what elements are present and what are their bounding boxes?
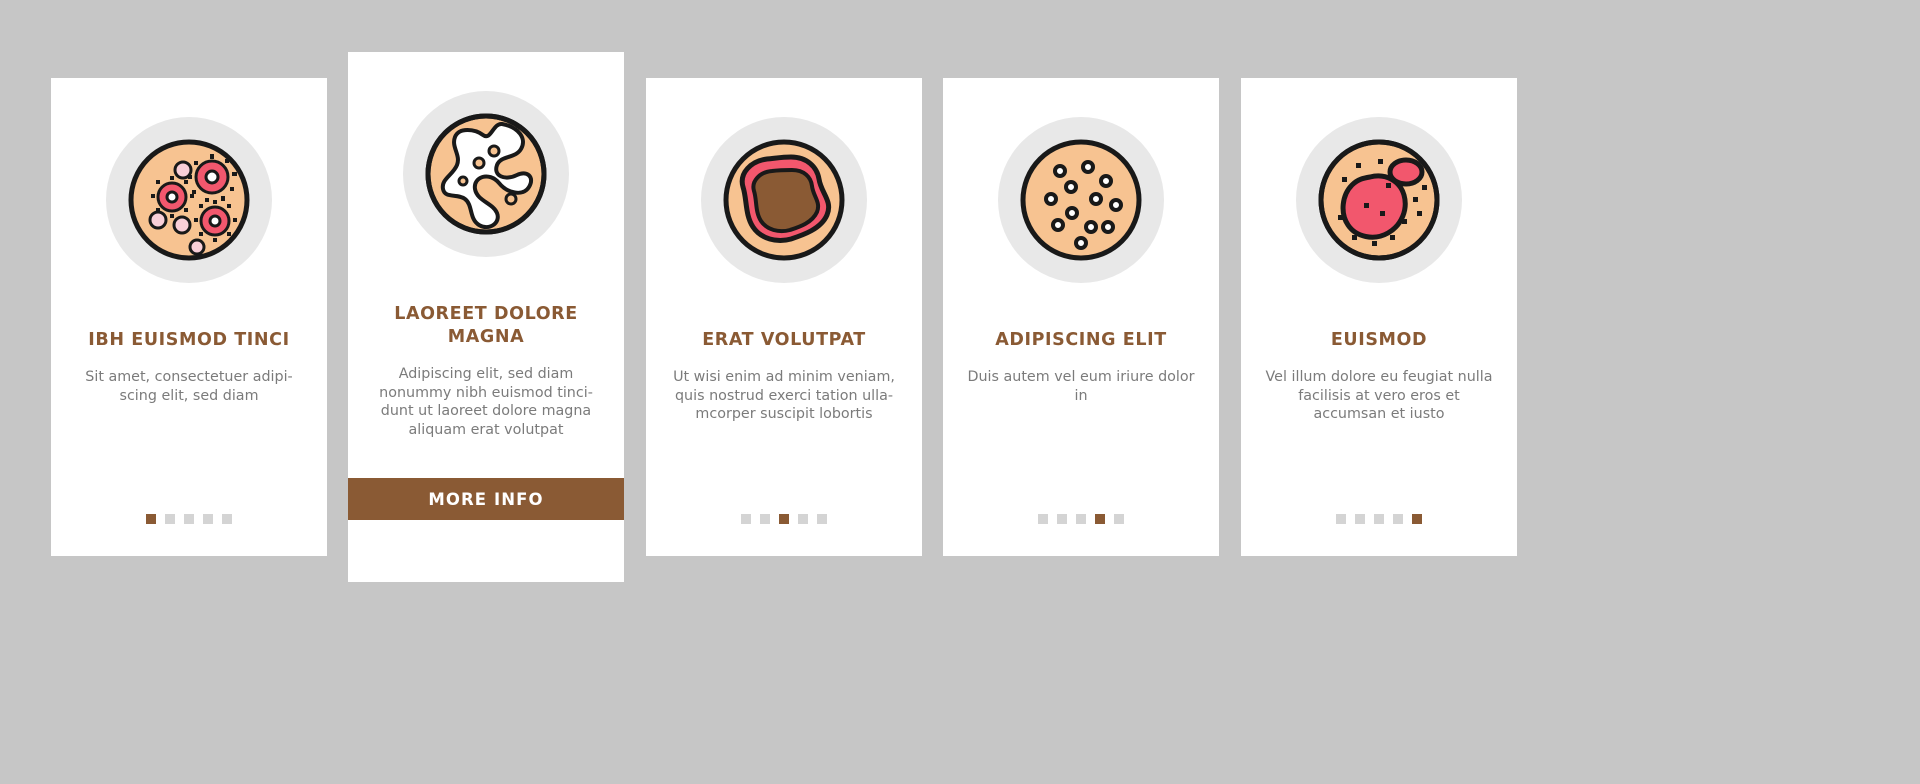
page-indicator-dot[interactable] [1412,514,1422,524]
text-block-5: EUISMOD Vel illum dolore eu feugiat null… [1241,329,1517,424]
page-indicator-1[interactable] [51,514,327,524]
text-block-2: LAOREET DOLORE MAGNA Adipiscing elit, se… [348,303,624,439]
page-indicator-dot[interactable] [760,514,770,524]
onboarding-card-2[interactable]: LAOREET DOLORE MAGNA Adipiscing elit, se… [348,52,624,582]
petri-dish-bacteria-colonies-icon [106,117,272,283]
page-indicator-dot[interactable] [798,514,808,524]
onboarding-card-5[interactable]: EUISMOD Vel illum dolore eu feugiat null… [1241,78,1517,556]
onboarding-card-4[interactable]: ADIPISCING ELIT Duis autem vel eum iriur… [943,78,1219,556]
page-indicator-dot[interactable] [1038,514,1048,524]
card-body: Duis autem vel eum iriure dolor in [967,369,1195,404]
page-indicator-dot[interactable] [222,514,232,524]
page-indicator-dot[interactable] [203,514,213,524]
illustration-container-1 [51,115,327,285]
petri-dish-large-colony-icon [701,117,867,283]
page-indicator-dot[interactable] [1076,514,1086,524]
page-indicator-5[interactable] [1241,514,1517,524]
card-body: Ut wisi enim ad minim veniam, quis nostr… [673,369,895,422]
text-block-4: ADIPISCING ELIT Duis autem vel eum iriur… [943,329,1219,405]
page-indicator-dot[interactable] [146,514,156,524]
page-indicator-dot[interactable] [1095,514,1105,524]
petri-dish-pink-growth-icon [1296,117,1462,283]
more-info-button[interactable]: MORE INFO [348,478,624,520]
page-indicator-dot[interactable] [779,514,789,524]
page-indicator-dot[interactable] [165,514,175,524]
page-indicator-dot[interactable] [817,514,827,524]
card-title: IBH EUISMOD TINCI [88,330,290,350]
text-block-1: IBH EUISMOD TINCI Sit amet, consectetuer… [51,329,327,405]
text-block-3: ERAT VOLUTPAT Ut wisi enim ad minim veni… [646,329,922,424]
illustration-container-2 [348,89,624,259]
page-indicator-dot[interactable] [1393,514,1403,524]
card-title: EUISMOD [1330,330,1428,350]
illustration-container-4 [943,115,1219,285]
page-indicator-dot[interactable] [1374,514,1384,524]
card-title: ERAT VOLUTPAT [702,330,866,350]
page-indicator-dot[interactable] [184,514,194,524]
card-body: Adipiscing elit, sed diam nonummy nibh e… [379,366,593,438]
card-title: ADIPISCING ELIT [995,330,1167,350]
onboarding-card-1[interactable]: IBH EUISMOD TINCI Sit amet, consectetuer… [51,78,327,556]
card-title: LAOREET DOLORE MAGNA [394,304,578,347]
petri-dish-white-mold-icon [403,91,569,257]
illustration-container-3 [646,115,922,285]
onboarding-card-3[interactable]: ERAT VOLUTPAT Ut wisi enim ad minim veni… [646,78,922,556]
page-indicator-dot[interactable] [1336,514,1346,524]
card-body: Sit amet, consectetuer adipi-scing elit,… [85,369,293,404]
card-body: Vel illum dolore eu feugiat nulla facili… [1265,369,1493,422]
page-indicator-dot[interactable] [1114,514,1124,524]
illustration-container-5 [1241,115,1517,285]
page-indicator-dot[interactable] [741,514,751,524]
page-indicator-dot[interactable] [1057,514,1067,524]
page-indicator-4[interactable] [943,514,1219,524]
petri-dish-dots-colonies-icon [998,117,1164,283]
onboarding-screens-stage: IBH EUISMOD TINCI Sit amet, consectetuer… [0,0,1920,784]
page-indicator-dot[interactable] [1355,514,1365,524]
page-indicator-3[interactable] [646,514,922,524]
